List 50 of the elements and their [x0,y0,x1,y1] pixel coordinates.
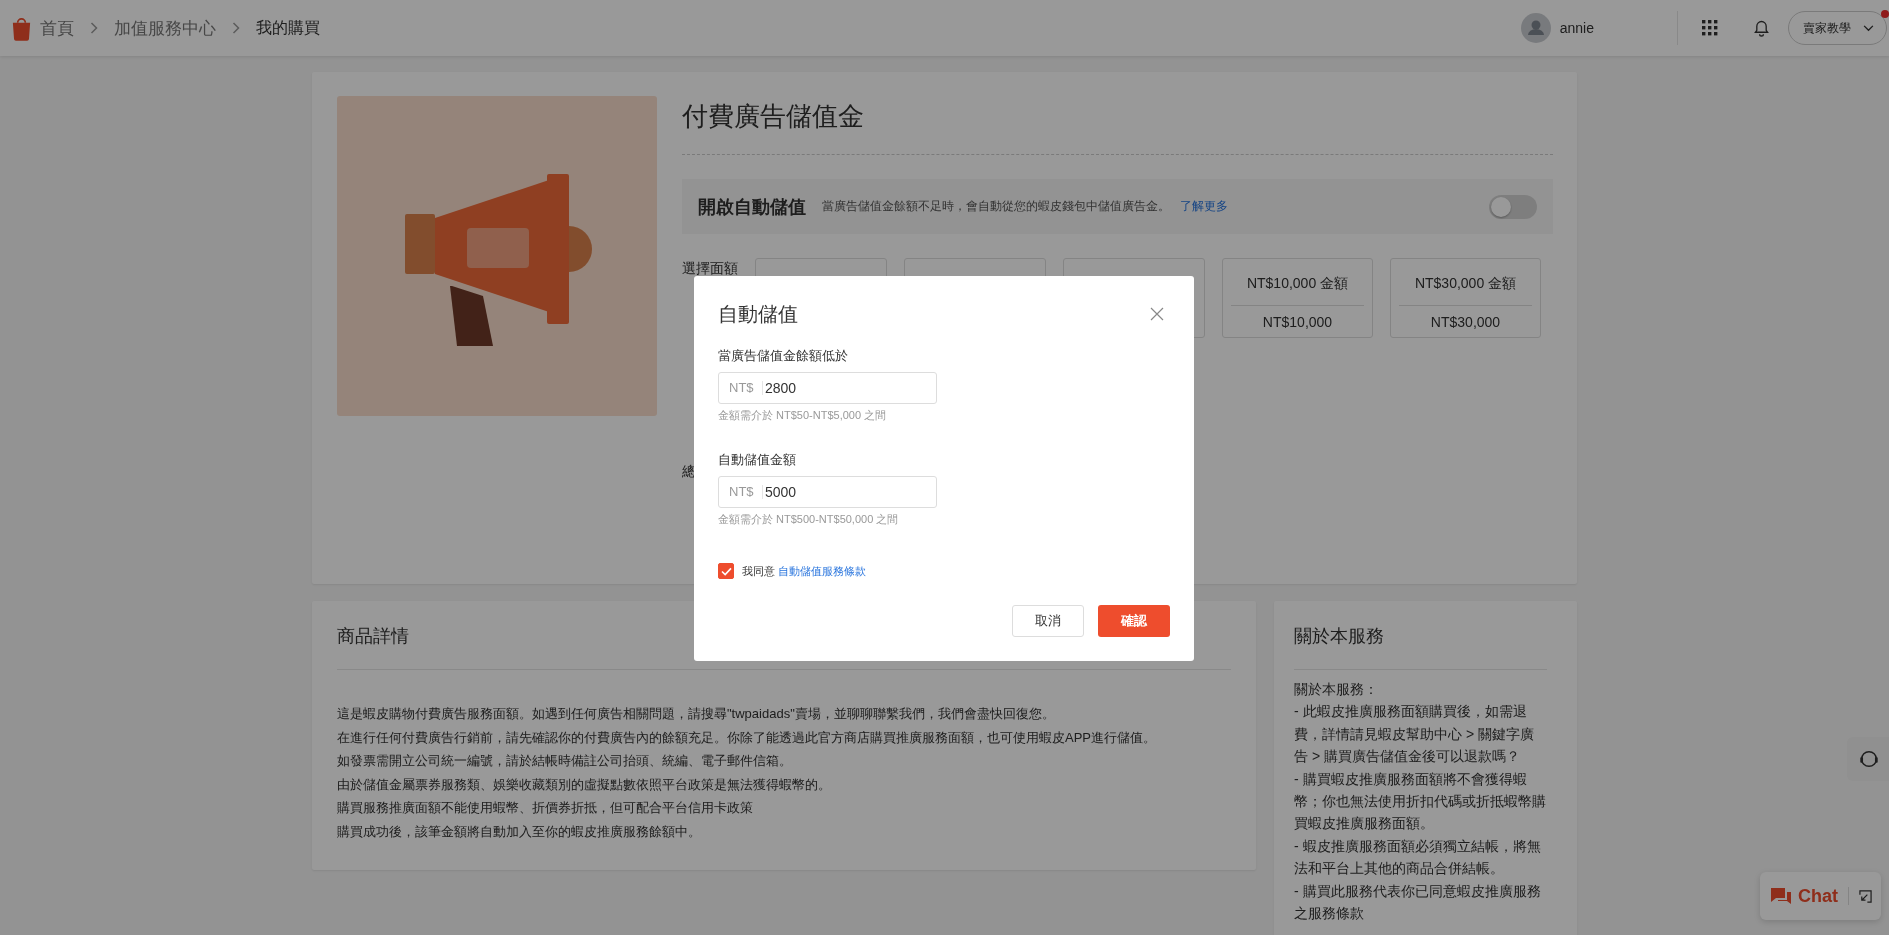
product-title: 付費廣告儲值金 [682,98,1553,155]
description-text: 如發票需開立公司統一編號，請於結帳時備註公司抬頭、統編、電子郵件信箱。 [337,752,793,770]
amount-option[interactable]: NT$30,000 金額 NT$30,000 [1390,258,1541,338]
currency-prefix: NT$ [719,381,763,395]
description-text: - 購買蝦皮推廣服務面額將不會獲得蝦幣；你也無法使用折扣代碼或折抵蝦幣購買蝦皮推廣服務面額。 [1294,769,1547,834]
description-text: 這是蝦皮購物付費廣告服務面額。如遇到任何廣告相關問題，請搜尋"twpaidads"賣場，並聊聊聯繫我們，我們會盡快回復您。 [337,705,1056,723]
description-text: - 購買此服務代表你已同意蝦皮推廣服務之服務條款 [1294,881,1542,924]
auto-topup-title: 開啟自動儲值 [698,195,806,219]
chevron-right-icon [90,22,98,34]
dialog-title: 自動儲值 [718,302,798,327]
toggle-switch[interactable] [1489,194,1537,219]
description-text: 由於儲值金屬票券服務類、娛樂收藏類別的虛擬點數依照平台政策是無法獲得蝦幣的。 [337,775,832,794]
section-title: 關於本服務 [1294,623,1547,670]
shopping-bag-icon[interactable] [10,15,33,41]
description-text: 購買服務推廣面額不能使用蝦幣、折價券折抵，但可配合平台信用卡政策 [337,799,754,817]
amount-option[interactable]: NT$10,000 金額 NT$10,000 [1222,258,1373,338]
headset-icon [1858,748,1880,770]
description-text: 關於本服務： [1294,680,1379,699]
option-label: NT$10,000 金額 [1231,259,1364,306]
option-price: NT$30,000 [1429,313,1502,330]
terms-link[interactable]: 自動儲值服務條款 [778,563,866,579]
confirm-button[interactable]: 確認 [1098,605,1170,637]
description-text: - 蝦皮推廣服務面額必須獨立結帳，將無法和平台上其他的商品合併結帳。 [1294,836,1542,879]
field-label: 選擇面額 [682,259,738,278]
description-text: 購買成功後，該筆金額將自動加入至你的蝦皮推廣服務餘額中。 [337,822,702,841]
breadcrumb-link[interactable]: 首頁 [40,16,74,40]
bell-icon[interactable] [1754,19,1769,37]
field-label: 當廣告儲值金餘額低於 [718,347,848,365]
user-name[interactable]: annie [1559,20,1594,36]
option-price: NT$10,000 [1261,313,1334,330]
description-text: - 此蝦皮推廣服務面額購買後，如需退費，詳情請見蝦皮幫助中心 > 關鍵字廣告 > 購買廣告儲值金後可以退款嗎？ [1294,702,1535,767]
chat-icon[interactable] [1770,886,1792,906]
description-text: 在進行任何付費廣告行銷前，請先確認你的付費廣告內的餘額充足。你除了能透過此官方商店購買推廣服務面額，也可使用蝦皮APP進行儲值。 [337,728,1157,747]
agreement-text: 我同意 [742,563,775,579]
auto-topup-description: 當廣告儲值金餘額不足時，會自動從您的蝦皮錢包中儲值廣告金。 [822,199,1170,214]
apps-grid-icon[interactable] [1702,20,1718,36]
field-hint: 金額需介於 NT$50-NT$5,000 之間 [718,408,887,423]
field-hint: 金額需介於 NT$500-NT$50,000 之間 [718,512,899,527]
breadcrumb-link[interactable]: 加值服務中心 [114,16,216,40]
seller-guide-button[interactable]: 賣家教學 [1788,11,1887,45]
learn-more-link[interactable]: 了解更多 [1180,198,1228,215]
currency-prefix: NT$ [719,485,763,499]
option-label: NT$30,000 金額 [1399,259,1532,306]
expand-icon[interactable] [1859,889,1872,903]
field-label: 自動儲值金額 [718,451,796,469]
chevron-right-icon [232,22,240,34]
avatar-icon[interactable] [1520,13,1551,43]
close-icon[interactable] [1150,307,1164,321]
caret-icon [1863,24,1874,32]
checkbox[interactable] [718,563,734,579]
